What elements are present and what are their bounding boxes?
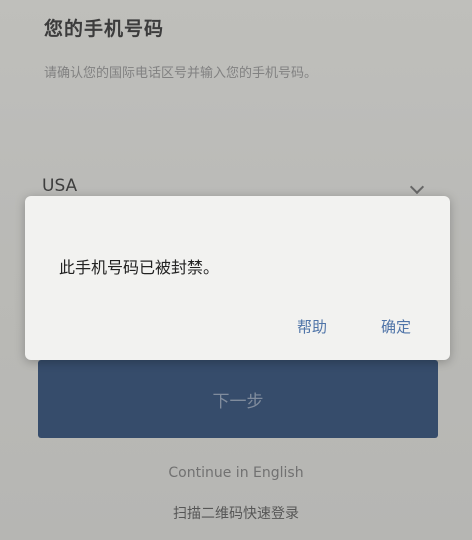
dialog-help-button[interactable]: 帮助: [297, 316, 327, 337]
alert-dialog: 此手机号码已被封禁。 帮助 确定: [25, 196, 450, 360]
dialog-ok-button[interactable]: 确定: [381, 316, 411, 337]
dialog-message: 此手机号码已被封禁。: [59, 258, 220, 277]
